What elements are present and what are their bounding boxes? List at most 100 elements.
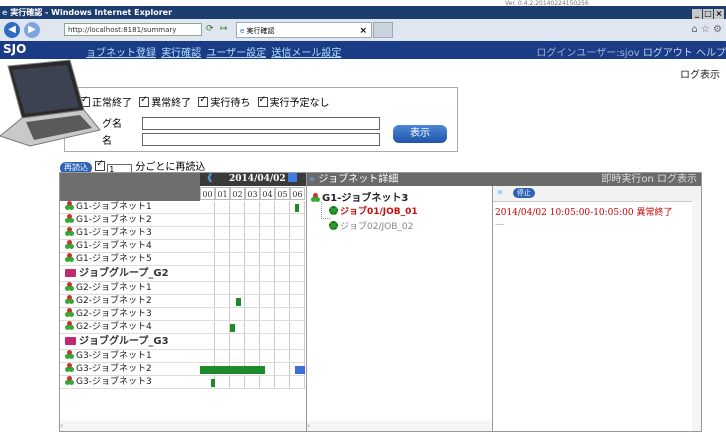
- checkbox-error[interactable]: 異常終了: [139, 95, 191, 109]
- stop-button[interactable]: 停止: [513, 188, 535, 198]
- jobnet-row[interactable]: G3-ジョブネット3: [60, 376, 307, 389]
- detail-title: ジョブネット詳細: [318, 174, 399, 185]
- run-bar[interactable]: [200, 366, 265, 374]
- group-row[interactable]: ジョブグループ_G3: [60, 334, 307, 350]
- run-bar[interactable]: [294, 204, 299, 212]
- run-bar[interactable]: [236, 298, 241, 306]
- user-info: ログインユーザー:sjov ログアウト ヘルプ: [536, 44, 726, 59]
- refresh-icon[interactable]: ⟳: [206, 24, 214, 34]
- row-name: G3-ジョブネット3: [65, 376, 197, 389]
- checkbox-waiting[interactable]: 実行待ち: [198, 95, 250, 109]
- jobnet-row[interactable]: G1-ジョブネット1: [60, 201, 307, 214]
- jobnet-row[interactable]: G3-ジョブネット2: [60, 363, 307, 376]
- calendar-icon[interactable]: [287, 173, 297, 182]
- row-name: G3-ジョブネット1: [65, 350, 197, 363]
- row-label: G3-ジョブネット1: [76, 351, 152, 361]
- hour-headers: 00 01 02 03 04 05 06: [200, 186, 307, 201]
- run-bar[interactable]: [210, 379, 215, 387]
- row-timeline: [200, 282, 307, 294]
- folder-icon: [65, 269, 76, 277]
- jobnet-icon: [65, 214, 74, 223]
- scheduled-bar[interactable]: [294, 366, 305, 374]
- collapse-icon[interactable]: »: [309, 174, 315, 185]
- jobnet-icon: [65, 350, 74, 359]
- menu-user-settings[interactable]: ユーザー設定: [206, 48, 266, 59]
- detail-vertical-scrollbar[interactable]: [692, 201, 701, 431]
- ie-tab-icon: e: [240, 27, 245, 35]
- forward-icon[interactable]: ▶: [24, 22, 40, 38]
- name-input[interactable]: [142, 133, 380, 146]
- jobnet-row[interactable]: G3-ジョブネット1: [60, 350, 307, 363]
- help-link[interactable]: ヘルプ: [696, 48, 726, 59]
- close-window-button[interactable]: ×: [714, 9, 724, 19]
- row-label: ジョブグループ_G3: [79, 336, 169, 347]
- menu-mail-settings[interactable]: 送信メール設定: [271, 48, 341, 59]
- jobnet-icon: [311, 193, 320, 202]
- tab-close-icon[interactable]: ×: [359, 23, 367, 39]
- prev-day-icon[interactable]: 《: [203, 174, 212, 184]
- jobnet-row[interactable]: G2-ジョブネット2: [60, 295, 307, 308]
- row-timeline: [200, 376, 307, 388]
- checkbox-box[interactable]: [139, 95, 150, 107]
- row-label: ジョブグループ_G2: [79, 268, 169, 279]
- back-icon[interactable]: ◀: [4, 22, 20, 38]
- minimize-button[interactable]: _: [692, 9, 702, 19]
- auto-reload-checkbox[interactable]: [95, 159, 106, 171]
- detail-header: » ジョブネット詳細 即時実行on ログ表示: [307, 173, 701, 186]
- new-tab-button[interactable]: [373, 22, 393, 38]
- browser-tab[interactable]: e 実行確認 ×: [236, 22, 372, 38]
- row-name: G1-ジョブネット4: [65, 240, 197, 253]
- row-timeline: [200, 227, 307, 239]
- jobnet-row[interactable]: G2-ジョブネット3: [60, 308, 307, 321]
- row-timeline: [200, 334, 307, 349]
- checkbox-no-schedule[interactable]: 実行予定なし: [257, 95, 330, 109]
- log-view-link[interactable]: ログ表示: [680, 66, 720, 81]
- row-label: G3-ジョブネット2: [76, 364, 152, 374]
- maximize-button[interactable]: □: [703, 9, 713, 19]
- row-name: G1-ジョブネット1: [65, 201, 197, 214]
- row-label: G2-ジョブネット3: [76, 309, 152, 319]
- show-button[interactable]: 表示: [393, 125, 447, 143]
- run-bar[interactable]: [230, 324, 235, 332]
- hour-02: 02: [230, 187, 245, 200]
- jobnet-row[interactable]: G2-ジョブネット1: [60, 282, 307, 295]
- field1-label: グ名: [102, 119, 122, 130]
- hour-04: 04: [260, 187, 275, 200]
- jobnet-icon: [65, 363, 74, 372]
- detail-right-label[interactable]: 即時実行on ログ表示: [601, 173, 697, 186]
- group-row[interactable]: ジョブグループ_G2: [60, 266, 307, 282]
- job-02[interactable]: ジョブ02/JOB_02: [329, 219, 413, 232]
- row-label: G3-ジョブネット3: [76, 377, 152, 387]
- address-bar: ◀ ▶ http://localhost:8181/summary ⟳ ↦ e …: [0, 19, 726, 42]
- login-user: ログインユーザー:sjov: [536, 48, 640, 59]
- row-name: G2-ジョブネット2: [65, 295, 197, 308]
- group-name-input[interactable]: [142, 117, 380, 130]
- tab-title: 実行確認: [246, 27, 275, 35]
- stop-icon[interactable]: ↦: [220, 24, 228, 34]
- stop-bar: » 停止: [493, 186, 701, 202]
- row-label: G1-ジョブネット4: [76, 241, 152, 251]
- logout-link[interactable]: ログアウト: [643, 48, 693, 59]
- row-timeline: [200, 214, 307, 226]
- detail-horizontal-scrollbar[interactable]: ‹: [307, 421, 492, 431]
- row-name: G1-ジョブネット3: [65, 227, 197, 240]
- checkbox-box[interactable]: [198, 95, 209, 107]
- hour-01: 01: [215, 187, 230, 200]
- browser-tools-icons[interactable]: ⌂ ☆ ⚙: [691, 24, 722, 35]
- jobnet-row[interactable]: G1-ジョブネット3: [60, 227, 307, 240]
- checkbox-box[interactable]: [257, 95, 268, 107]
- left-horizontal-scrollbar[interactable]: ‹: [60, 421, 307, 431]
- menu-exec-check[interactable]: 実行確認: [161, 48, 201, 59]
- row-label: G1-ジョブネット1: [76, 202, 152, 212]
- row-label: G1-ジョブネット5: [76, 254, 152, 264]
- url-input[interactable]: http://localhost:8181/summary: [64, 23, 202, 36]
- jobnet-row[interactable]: G1-ジョブネット2: [60, 214, 307, 227]
- jobnet-row[interactable]: G1-ジョブネット4: [60, 240, 307, 253]
- jobnet-row[interactable]: G2-ジョブネット4: [60, 321, 307, 334]
- job-01[interactable]: ジョブ01/JOB_01: [329, 204, 418, 217]
- window-controls: _ □ ×: [691, 7, 724, 19]
- app-menubar: SJO ョブネット登録 実行確認 ユーザー設定 送信メール設定 ログインユーザー…: [0, 41, 726, 59]
- row-label: G2-ジョブネット1: [76, 283, 152, 293]
- expand-icon[interactable]: »: [497, 187, 503, 198]
- jobnet-row[interactable]: G1-ジョブネット5: [60, 253, 307, 266]
